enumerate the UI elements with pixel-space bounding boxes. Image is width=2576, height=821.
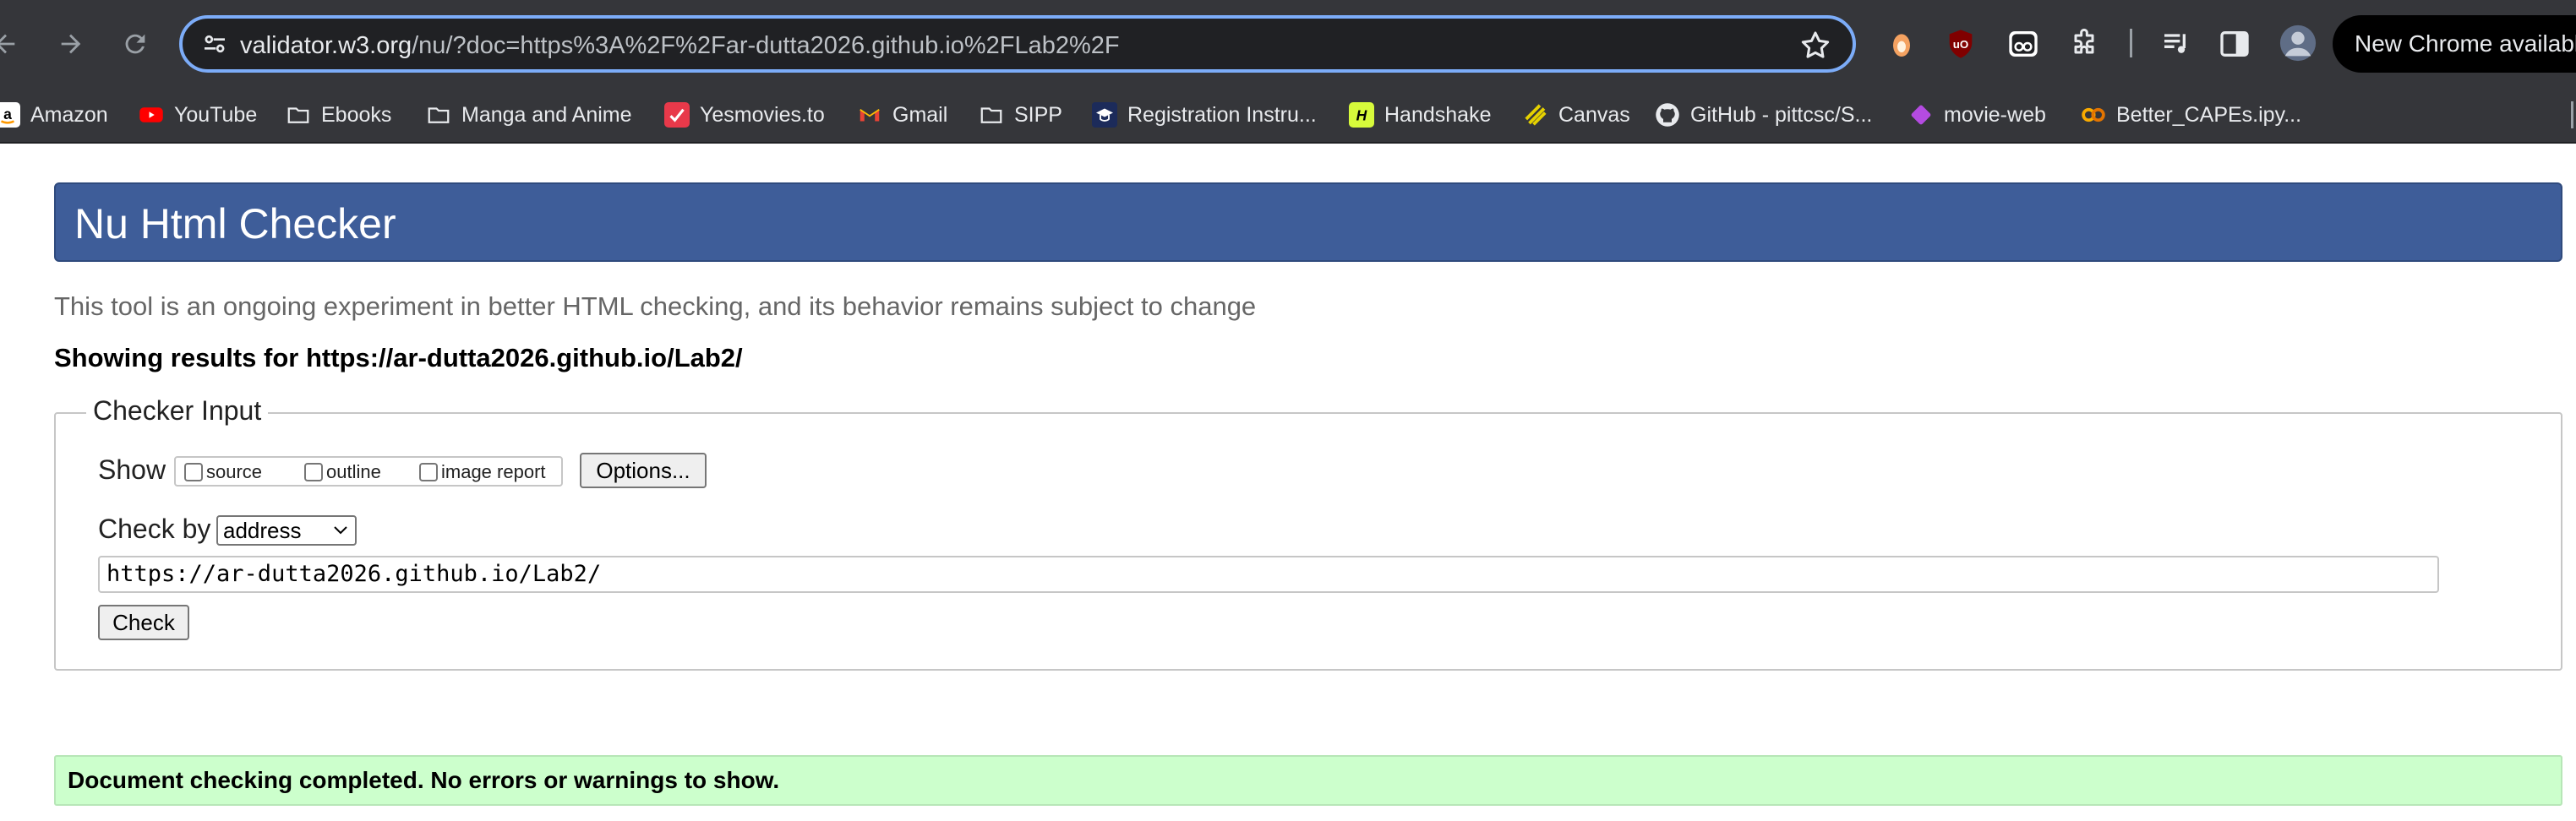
results-heading: Showing results for https://ar-dutta2026… [54,343,743,372]
folder-icon [287,107,309,123]
media-queue-icon[interactable] [2160,27,2194,61]
bookmark-label: YouTube [174,102,258,127]
bookmark-amazon[interactable]: a Amazon [0,88,108,142]
forward-arrow-icon [61,34,81,54]
movie-web-icon [1911,105,1931,125]
show-image-report-option[interactable]: image report [419,458,546,487]
chevron-down-icon [334,526,347,535]
github-icon [1656,103,1679,127]
registration-icon [1092,102,1117,128]
url-path: /nu/?doc=https%3A%2F%2Far-dutta2026.gith… [412,32,1120,59]
bookmark-label: Registration Instru... [1127,102,1317,127]
bookmark-handshake[interactable]: H Handshake [1349,88,1491,142]
bookmark-registration[interactable]: Registration Instru... [1092,88,1317,142]
image-report-checkbox-label: image report [441,461,546,482]
back-button[interactable] [0,20,29,68]
bookmark-manga-and-anime[interactable]: Manga and Anime [426,88,632,142]
source-checkbox[interactable] [184,463,203,481]
page-title: Nu Html Checker [74,200,396,247]
url-host: validator.w3.org [240,32,412,59]
sprite-icon[interactable] [1885,27,1918,61]
address-input-value: https://ar-dutta2026.github.io/Lab2/ [106,561,602,587]
ublock-icon[interactable]: uO [1944,27,1978,61]
bookmark-star-icon[interactable] [1798,29,1832,63]
amazon-icon: a [0,102,20,128]
bookmark-label: SIPP [1014,102,1062,127]
canvas-icon [1525,104,1547,126]
svg-text:H: H [1356,106,1367,123]
update-label: New Chrome available [2355,30,2576,57]
eyes-icon[interactable] [2006,27,2040,61]
toolbar-divider [2130,29,2132,57]
bookmark-label: Better_CAPEs.ipy... [2116,102,2302,127]
colab-icon [2082,107,2105,122]
folder-icon [428,107,450,123]
handshake-icon: H [1349,102,1374,128]
reload-button[interactable] [112,20,159,68]
folder-icon [980,107,1002,123]
show-outline-option[interactable]: outline [304,458,381,487]
site-info-icon[interactable] [201,30,228,57]
outline-checkbox[interactable] [304,463,323,481]
outline-checkbox-label: outline [326,461,381,482]
image-report-checkbox[interactable] [419,463,438,481]
show-source-option[interactable]: source [184,458,262,487]
address-input[interactable]: https://ar-dutta2026.github.io/Lab2/ [98,556,2439,593]
bookmark-movie-web[interactable]: movie-web [1908,88,2046,142]
svg-text:uO: uO [1953,38,1969,51]
options-button[interactable]: Options... [580,453,707,488]
show-label: Show [98,454,166,485]
bookmark-label: GitHub - pittcsc/S... [1690,102,1873,127]
back-arrow-icon [0,34,15,54]
check-by-label: Check by [98,514,211,544]
intro-text: This tool is an ongoing experiment in be… [54,291,1257,321]
checker-input-legend: Checker Input [86,395,269,427]
bookmark-github[interactable]: GitHub - pittcsc/S... [1655,88,1872,142]
bookmark-better-capes[interactable]: Better_CAPEs.ipy... [2081,88,2301,142]
bookmark-sipp[interactable]: SIPP [979,88,1062,142]
source-checkbox-label: source [206,461,263,482]
youtube-icon [139,107,163,122]
check-by-select[interactable]: address [216,515,357,546]
success-message-bar: Document checking completed. No errors o… [54,755,2562,806]
puzzle-extensions-icon[interactable] [2067,27,2101,61]
success-message: Document checking completed. No errors o… [68,767,780,793]
bookmark-label: Ebooks [321,102,392,127]
svg-text:a: a [3,106,12,122]
checker-input-fieldset: Checker Input Show source outline image … [54,395,2562,671]
bookmarks-overflow-divider [2571,101,2573,128]
page-content: Nu Html Checker This tool is an ongoing … [0,144,2576,821]
address-bar[interactable]: validator.w3.org/nu/?doc=https%3A%2F%2Fa… [179,15,1856,73]
bookmark-canvas[interactable]: Canvas [1523,88,1630,142]
side-panel-icon[interactable] [2218,27,2251,61]
gmail-icon [860,108,880,122]
title-banner: Nu Html Checker [54,182,2562,262]
check-button[interactable]: Check [98,605,189,640]
bookmark-ebooks[interactable]: Ebooks [286,88,391,142]
bookmark-label: Manga and Anime [461,102,632,127]
forward-button[interactable] [47,20,95,68]
bookmark-label: movie-web [1944,102,2046,127]
bookmark-label: Gmail [892,102,948,127]
browser-toolbar: validator.w3.org/nu/?doc=https%3A%2F%2Fa… [0,0,2576,88]
bookmarks-bar: a Amazon YouTube Ebooks Manga and Anime … [0,88,2576,144]
bookmark-gmail[interactable]: Gmail [857,88,947,142]
url-text[interactable]: validator.w3.org/nu/?doc=https%3A%2F%2Fa… [240,29,1120,63]
show-options-group: source outline image report [174,456,563,487]
bookmark-label: Canvas [1558,102,1630,127]
check-by-value: address [223,518,302,543]
chrome-update-button[interactable]: New Chrome available [2333,15,2576,73]
bookmark-label: Amazon [30,102,108,127]
bookmark-label: Handshake [1384,102,1492,127]
profile-avatar-icon[interactable] [2279,24,2317,63]
reload-icon [125,34,145,54]
bookmark-label: Yesmovies.to [700,102,825,127]
bookmark-yesmovies[interactable]: Yesmovies.to [664,88,825,142]
yesmovies-icon [664,102,690,128]
bookmark-youtube[interactable]: YouTube [139,88,257,142]
